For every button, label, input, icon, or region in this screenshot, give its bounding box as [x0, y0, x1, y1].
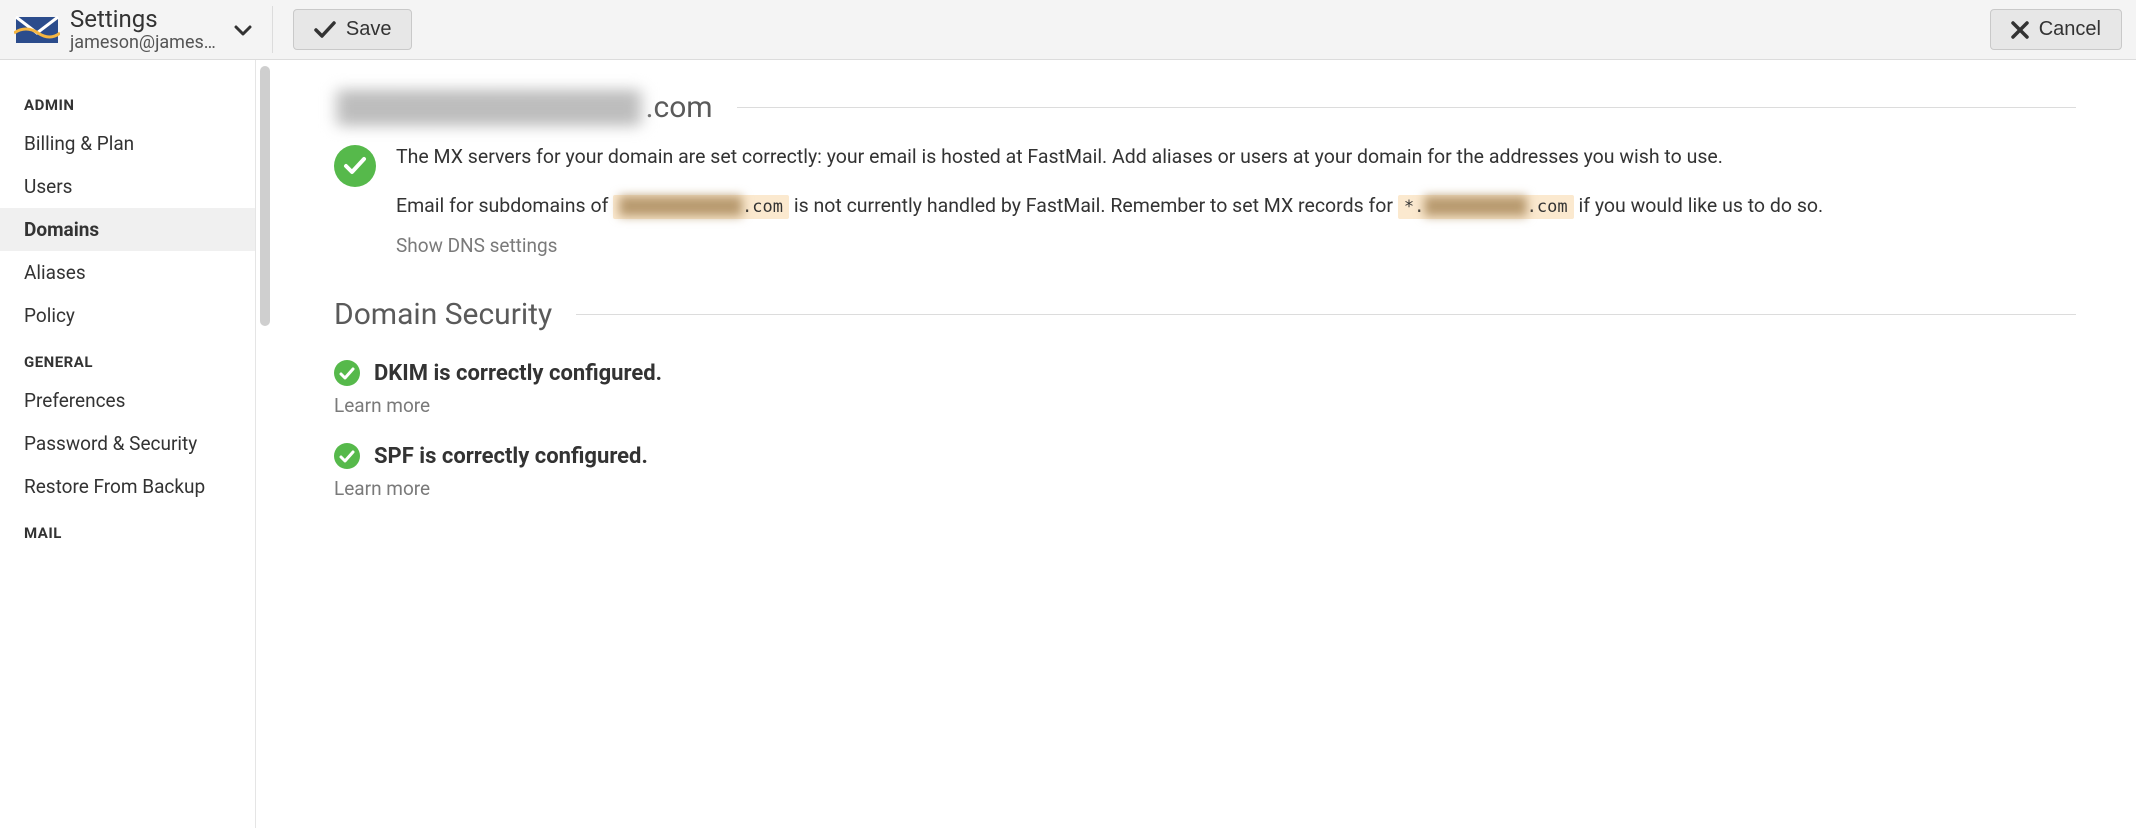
mx-status-paragraph: The MX servers for your domain are set c…: [396, 143, 1823, 170]
sidebar-item-password-security[interactable]: Password & Security: [0, 422, 255, 465]
domain-security-title: Domain Security: [334, 297, 552, 332]
success-check-icon: [334, 145, 376, 187]
account-switcher[interactable]: Settings jameson@james…: [70, 6, 252, 52]
sidebar-section-admin: ADMIN: [0, 80, 255, 122]
chevron-down-icon: [234, 18, 252, 42]
domain-name-redacted: ██████████████: [334, 90, 644, 125]
app-header: Settings jameson@james… Save Cancel: [0, 0, 2136, 60]
sidebar-item-restore-backup[interactable]: Restore From Backup: [0, 465, 255, 508]
sidebar-item-billing[interactable]: Billing & Plan: [0, 122, 255, 165]
scrollbar-thumb[interactable]: [260, 66, 270, 326]
show-dns-settings-link[interactable]: Show DNS settings: [396, 234, 558, 257]
logo-title-block: Settings jameson@james…: [14, 6, 273, 52]
domain-name: ██████████████ .com: [334, 90, 713, 125]
sidebar-item-policy[interactable]: Policy: [0, 294, 255, 337]
save-button-label: Save: [346, 18, 392, 41]
sidebar: ADMIN Billing & Plan Users Domains Alias…: [0, 60, 256, 828]
cancel-button[interactable]: Cancel: [1990, 9, 2122, 50]
save-button[interactable]: Save: [293, 9, 413, 50]
spf-status-row: SPF is correctly configured.: [334, 443, 2076, 469]
success-check-icon: [334, 443, 360, 469]
domain-suffix: .com: [646, 90, 713, 125]
mx-status-block: The MX servers for your domain are set c…: [334, 143, 2076, 257]
sidebar-item-aliases[interactable]: Aliases: [0, 251, 255, 294]
wildcard-domain-chip: *.██████████.com: [1398, 195, 1574, 219]
sidebar-section-general: GENERAL: [0, 337, 255, 379]
dkim-learn-more-link[interactable]: Learn more: [334, 394, 2076, 417]
fastmail-logo-icon: [14, 13, 60, 47]
sidebar-item-users[interactable]: Users: [0, 165, 255, 208]
sidebar-scrollbar[interactable]: [256, 60, 274, 828]
sidebar-section-mail: MAIL: [0, 508, 255, 550]
sidebar-item-domains[interactable]: Domains: [0, 208, 255, 251]
body: ADMIN Billing & Plan Users Domains Alias…: [0, 60, 2136, 828]
success-check-icon: [334, 360, 360, 386]
divider: [576, 314, 2076, 315]
mx-status-text: The MX servers for your domain are set c…: [396, 143, 1823, 257]
cancel-button-label: Cancel: [2039, 18, 2101, 41]
dkim-status-msg: DKIM is correctly configured.: [374, 361, 662, 386]
spf-learn-more-link[interactable]: Learn more: [334, 477, 2076, 500]
subdomain-paragraph: Email for subdomains of ████████████.com…: [396, 192, 1823, 220]
account-email: jameson@james…: [70, 33, 216, 53]
domain-header: ██████████████ .com: [334, 90, 2076, 125]
check-icon: [314, 21, 336, 39]
page-title: Settings: [70, 6, 216, 32]
close-icon: [2011, 21, 2029, 39]
sidebar-item-preferences[interactable]: Preferences: [0, 379, 255, 422]
domain-chip: ████████████.com: [613, 195, 789, 219]
domain-security-header: Domain Security: [334, 297, 2076, 332]
divider: [737, 107, 2076, 108]
dkim-status-row: DKIM is correctly configured.: [334, 360, 2076, 386]
spf-status-msg: SPF is correctly configured.: [374, 444, 648, 469]
main-content: ██████████████ .com The MX servers for y…: [274, 60, 2136, 828]
